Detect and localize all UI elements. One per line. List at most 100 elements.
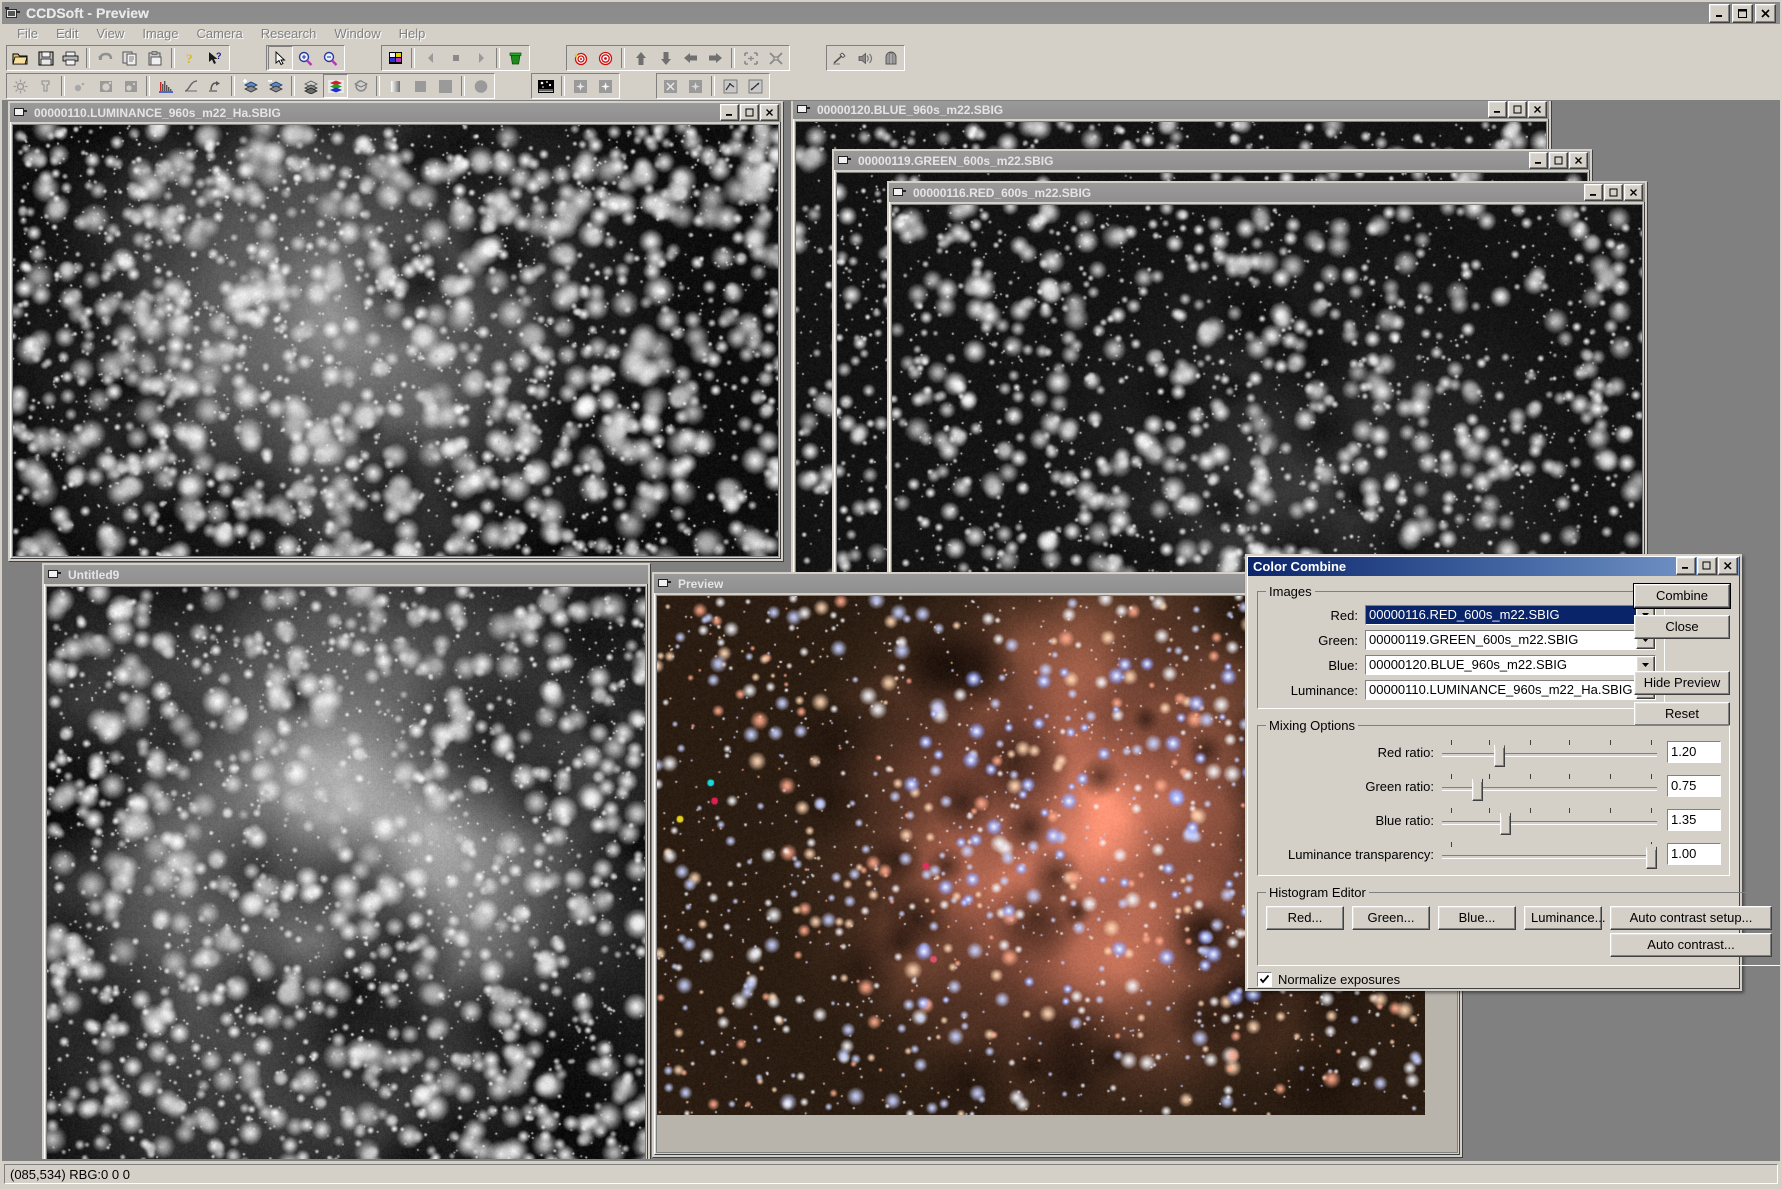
circle-icon[interactable] [468, 74, 493, 98]
menu-research[interactable]: Research [252, 24, 326, 43]
image-window-luminance[interactable]: 00000110.LUMINANCE_960s_m22_Ha.SBIG [8, 101, 783, 561]
slider-thumb[interactable] [1472, 780, 1484, 801]
normalize-exposures-checkbox[interactable] [1257, 972, 1272, 987]
stack-add-icon[interactable] [238, 74, 263, 98]
star-small-icon[interactable] [568, 74, 593, 98]
add-star-icon[interactable] [683, 74, 708, 98]
menu-view[interactable]: View [87, 24, 133, 43]
gradient-bar-icon[interactable] [383, 74, 408, 98]
color-combine-dialog[interactable]: Color Combine Images Red: 00000116.RED_6… [1245, 554, 1780, 991]
brightness-icon[interactable] [8, 74, 33, 98]
bias-icon[interactable] [118, 74, 143, 98]
histogram-red-button[interactable]: Red... [1266, 906, 1344, 930]
color-grid-icon[interactable] [383, 46, 408, 70]
filled-square-icon[interactable] [433, 74, 458, 98]
save-button[interactable] [33, 46, 58, 70]
histogram-green-button[interactable]: Green... [1352, 906, 1430, 930]
red-ratio-slider[interactable] [1442, 739, 1657, 767]
zoom-out-icon[interactable] [318, 46, 343, 70]
red-ratio-value[interactable]: 1.20 [1667, 741, 1721, 763]
arrow-left-icon[interactable] [678, 46, 703, 70]
star-small2-icon[interactable] [593, 74, 618, 98]
stack-subtract-icon[interactable] [263, 74, 288, 98]
close-button[interactable] [760, 104, 779, 121]
menu-edit[interactable]: Edit [47, 24, 87, 43]
blue-image-combo[interactable]: 00000120.BLUE_960s_m22.SBIG [1365, 655, 1656, 675]
histogram-luminance-button[interactable]: Luminance... [1524, 906, 1605, 930]
minimize-button[interactable] [720, 104, 739, 121]
close-button[interactable] [1624, 184, 1643, 201]
print-button[interactable] [58, 46, 83, 70]
image-canvas-luminance[interactable] [12, 124, 779, 557]
dome-icon[interactable] [878, 46, 903, 70]
menu-help[interactable]: Help [390, 24, 435, 43]
flat-field-icon[interactable] [93, 74, 118, 98]
close-button[interactable] [1755, 3, 1776, 23]
transfer-icon[interactable] [203, 74, 228, 98]
target-star-icon[interactable] [568, 46, 593, 70]
luminance-image-combo[interactable]: 00000110.LUMINANCE_960s_m22_Ha.SBIG [1365, 680, 1656, 700]
rotate-colors-icon[interactable] [348, 74, 373, 98]
maximize-button[interactable] [740, 104, 759, 121]
menu-camera[interactable]: Camera [187, 24, 251, 43]
maximize-button[interactable] [1732, 3, 1753, 23]
open-button[interactable] [8, 46, 33, 70]
minimize-button[interactable] [1709, 3, 1730, 23]
flashlight-icon[interactable] [33, 74, 58, 98]
maximize-button[interactable] [1697, 557, 1717, 575]
undo-button[interactable] [93, 46, 118, 70]
close-button[interactable] [1569, 152, 1588, 169]
help-button[interactable]: ? [178, 46, 203, 70]
minimize-button[interactable] [1488, 101, 1507, 118]
normalize-exposures-row[interactable]: Normalize exposures [1257, 972, 1730, 987]
green-ratio-slider[interactable] [1442, 773, 1657, 801]
expand-frame-icon[interactable] [738, 46, 763, 70]
color-combine-icon[interactable] [323, 74, 348, 98]
image-window-untitled9[interactable]: Untitled9 [42, 563, 650, 1159]
pointer-arrow-icon[interactable] [268, 46, 293, 70]
minimize-button[interactable] [1676, 557, 1696, 575]
titlebar-red[interactable]: 00000116.RED_600s_m22.SBIG [889, 183, 1645, 202]
auto-contrast-button[interactable]: Auto contrast... [1610, 933, 1772, 957]
close-button[interactable] [1718, 557, 1738, 575]
close-button[interactable]: Close [1634, 615, 1730, 639]
next-button[interactable] [468, 46, 493, 70]
luminance-transparency-slider[interactable] [1442, 841, 1658, 869]
titlebar-green[interactable]: 00000119.GREEN_600s_m22.SBIG [834, 151, 1590, 170]
dark-subtract-icon[interactable] [68, 74, 93, 98]
minimize-button[interactable] [1584, 184, 1603, 201]
copy-button[interactable] [118, 46, 143, 70]
red-image-combo[interactable]: 00000116.RED_600s_m22.SBIG [1365, 605, 1656, 625]
auto-contrast-setup-button[interactable]: Auto contrast setup... [1610, 906, 1772, 930]
slider-thumb[interactable] [1646, 848, 1658, 869]
curve-icon[interactable] [178, 74, 203, 98]
green-image-combo[interactable]: 00000119.GREEN_600s_m22.SBIG [1365, 630, 1656, 650]
previous-button[interactable] [418, 46, 443, 70]
collapse-frame-icon[interactable] [763, 46, 788, 70]
star-field-icon[interactable] [533, 74, 558, 98]
zoom-in-icon[interactable] [293, 46, 318, 70]
arrow-down-icon[interactable] [653, 46, 678, 70]
maximize-button[interactable] [1604, 184, 1623, 201]
combine-button[interactable]: Combine [1634, 584, 1730, 608]
menu-window[interactable]: Window [325, 24, 389, 43]
close-button[interactable] [1528, 101, 1547, 118]
histogram-blue-button[interactable]: Blue... [1438, 906, 1516, 930]
menu-file[interactable]: File [8, 24, 47, 43]
dialog-titlebar[interactable]: Color Combine [1247, 556, 1740, 576]
titlebar-untitled9[interactable]: Untitled9 [44, 565, 648, 584]
target-icon[interactable] [593, 46, 618, 70]
slider-thumb[interactable] [1500, 814, 1512, 835]
maximize-button[interactable] [1508, 101, 1527, 118]
blue-ratio-slider[interactable] [1442, 807, 1657, 835]
arrow-right-icon[interactable] [703, 46, 728, 70]
menu-image[interactable]: Image [133, 24, 187, 43]
image-canvas-untitled9[interactable] [46, 586, 646, 1159]
main-titlebar[interactable]: CCDSoft - Preview [2, 2, 1780, 24]
titlebar-blue[interactable]: 00000120.BLUE_960s_m22.SBIG [793, 101, 1549, 119]
histogram-icon[interactable] [153, 74, 178, 98]
arrow-up-icon[interactable] [628, 46, 653, 70]
astrometry-icon[interactable] [743, 74, 768, 98]
slider-thumb[interactable] [1493, 746, 1505, 767]
stop-button[interactable] [443, 46, 468, 70]
